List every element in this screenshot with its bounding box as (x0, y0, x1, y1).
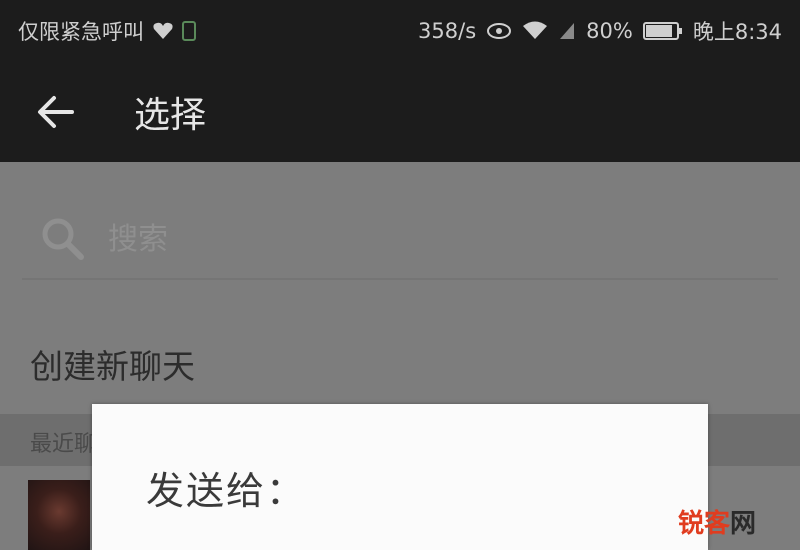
app-bar: 选择 (0, 62, 800, 162)
create-new-chat-item[interactable]: 创建新聊天 (30, 340, 195, 388)
page-title: 选择 (134, 95, 207, 136)
watermark-part2: 网 (730, 509, 757, 539)
sim-icon (182, 21, 196, 41)
search-divider (22, 278, 778, 280)
dialog-title: 发送给： (146, 469, 307, 513)
clock: 晚上8:34 (692, 20, 782, 44)
battery-icon (642, 22, 683, 40)
carrier-text: 仅限紧急呼叫 (18, 20, 144, 44)
back-arrow-icon[interactable] (36, 92, 76, 132)
search-input[interactable]: 搜索 (108, 214, 168, 258)
search-bar[interactable]: 搜索 (0, 162, 800, 280)
avatar[interactable] (28, 480, 90, 550)
eye-icon (486, 22, 512, 40)
shield-heart-icon (152, 21, 174, 41)
watermark-part1: 锐客 (678, 509, 731, 539)
wifi-icon (522, 21, 548, 41)
network-speed: 358/s (418, 19, 477, 43)
watermark-logo: 锐客网 (678, 503, 756, 540)
status-bar: 仅限紧急呼叫 358/s 80% 晚上8:34 (0, 0, 800, 62)
search-icon (40, 216, 84, 260)
send-to-dialog: 发送给： (92, 404, 708, 550)
battery-percent: 80% (586, 19, 633, 43)
signal-icon (558, 21, 576, 41)
